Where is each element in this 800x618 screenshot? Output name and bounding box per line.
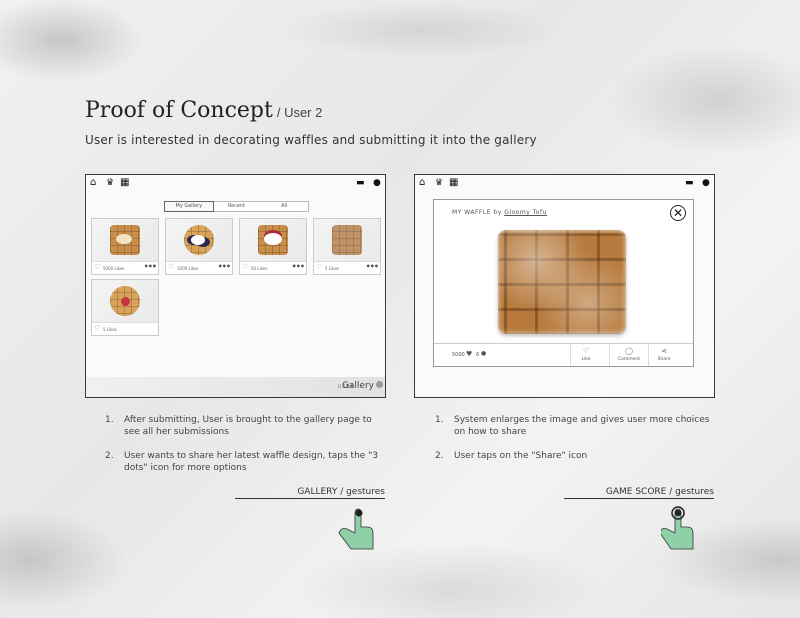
author-link[interactable]: Gloomy Tofu xyxy=(504,209,547,216)
likes-count: 5000 Likes xyxy=(103,266,125,271)
tap-gesture-icon xyxy=(338,508,374,550)
comments-count: 6 xyxy=(476,352,480,358)
more-options-button[interactable]: ••• xyxy=(218,262,231,271)
powdered-sugar xyxy=(498,230,626,334)
footer-gallery-title: Gallery xyxy=(341,381,374,391)
likes-count: 5 Likes xyxy=(103,327,117,332)
gallery-footer: USER Gallery xyxy=(86,377,385,397)
card-footer: ♡ 50 Likes ••• xyxy=(240,261,306,274)
modal-action-bar: 5000 ♥ 6 ● ♡ Like ◯ Comment ⋖ Share xyxy=(434,343,693,366)
heart-icon: ♥ xyxy=(466,350,473,358)
tap-gesture-icon xyxy=(661,506,694,550)
close-button[interactable]: ✕ xyxy=(670,205,686,221)
book-icon[interactable]: ▬ xyxy=(685,178,694,188)
top-bar: ⌂ ♛ ▦ ▬ ● xyxy=(415,175,714,191)
waffle-image[interactable] xyxy=(166,219,232,261)
note-text: After submitting, User is brought to the… xyxy=(124,415,372,437)
tab-my-gallery[interactable]: My Gallery xyxy=(164,201,214,212)
waffle-thumbnail xyxy=(332,225,362,255)
heart-icon[interactable]: ♡ xyxy=(168,264,174,271)
gallery-card[interactable]: ♡ 5 Likes ••• xyxy=(313,218,381,275)
note-number: 1. xyxy=(105,415,114,425)
top-bar: ⌂ ♛ ▦ ▬ ● xyxy=(86,175,385,191)
likes-count: 50 Likes xyxy=(251,266,268,271)
more-options-button[interactable]: ••• xyxy=(292,262,305,271)
by-label: by xyxy=(493,209,502,216)
gallery-card[interactable]: ♡ 50 Likes ••• xyxy=(239,218,307,275)
grid-icon[interactable]: ▦ xyxy=(120,178,129,188)
title-text: Proof of Concept xyxy=(85,98,273,123)
enlarged-waffle-image xyxy=(498,230,626,334)
note-number: 1. xyxy=(435,415,444,425)
trophy-icon[interactable]: ♛ xyxy=(106,178,114,188)
card-footer: ♡ 1000 Likes ••• xyxy=(166,261,232,274)
card-footer: ♡ 5000 Likes ••• xyxy=(92,261,158,274)
waffle-image[interactable] xyxy=(92,219,158,261)
comment-button[interactable]: ◯ Comment xyxy=(609,344,648,366)
user-tag: / User 2 xyxy=(276,105,323,120)
gallery-card[interactable]: ♡ 1000 Likes ••• xyxy=(165,218,233,275)
modal-title: MY WAFFLE xyxy=(452,209,491,216)
home-icon[interactable]: ⌂ xyxy=(90,178,96,188)
heart-icon[interactable]: ♡ xyxy=(94,264,100,271)
share-button[interactable]: ⋖ Share xyxy=(648,344,679,366)
heart-icon[interactable]: ♡ xyxy=(242,264,248,271)
home-icon[interactable]: ⌂ xyxy=(419,178,425,188)
waffle-image[interactable] xyxy=(314,219,380,261)
likes-count: 1000 Likes xyxy=(177,266,199,271)
like-button[interactable]: ♡ Like xyxy=(570,344,601,366)
tab-recent[interactable]: Recent xyxy=(213,202,261,211)
gallery-gestures-label: GALLERY / gestures xyxy=(235,487,385,499)
share-icon: ⋖ xyxy=(661,347,667,355)
settings-icon[interactable] xyxy=(376,381,383,388)
heart-icon[interactable]: ♡ xyxy=(94,325,100,332)
note-text: User wants to share her latest waffle de… xyxy=(124,451,379,473)
comment-bubble-icon: ◯ xyxy=(625,347,633,355)
comment-icon: ● xyxy=(481,350,487,357)
note-number: 2. xyxy=(105,451,114,461)
note-text: System enlarges the image and gives user… xyxy=(454,415,710,437)
heart-icon[interactable]: ♡ xyxy=(316,264,322,271)
page-title: Proof of Concept / User 2 xyxy=(85,98,322,123)
card-footer: ♡ 5 Likes xyxy=(92,322,158,335)
waffle-modal: MY WAFFLE by Gloomy Tofu ✕ 5000 ♥ 6 ● ♡ L… xyxy=(433,199,694,367)
note-text: User taps on the "Share" icon xyxy=(454,451,588,461)
game-score-gestures-label: GAME SCORE / gestures xyxy=(564,487,714,499)
profile-icon[interactable]: ● xyxy=(373,178,381,188)
likes-count: 5000 xyxy=(452,352,465,358)
more-options-button[interactable]: ••• xyxy=(366,262,379,271)
banana-topping xyxy=(116,234,132,244)
enlarged-screen: ⌂ ♛ ▦ ▬ ● MY WAFFLE by Gloomy Tofu ✕ 500… xyxy=(414,174,715,398)
strawberry-topping xyxy=(121,297,130,306)
berry-topping xyxy=(264,233,282,245)
book-icon[interactable]: ▬ xyxy=(356,178,365,188)
gallery-card[interactable]: ♡ 5000 Likes ••• xyxy=(91,218,159,275)
enlarged-notes: 1. System enlarges the image and gives u… xyxy=(435,414,725,474)
grid-icon[interactable]: ▦ xyxy=(449,178,458,188)
trophy-icon[interactable]: ♛ xyxy=(435,178,443,188)
more-options-button[interactable]: ••• xyxy=(144,262,157,271)
blueberry-topping xyxy=(191,235,205,245)
gallery-screen: ⌂ ♛ ▦ ▬ ● My Gallery Recent All ♡ 5000 L… xyxy=(85,174,386,398)
profile-icon[interactable]: ● xyxy=(702,178,710,188)
gallery-tabs: My Gallery Recent All xyxy=(164,201,309,212)
gallery-card[interactable]: ♡ 5 Likes xyxy=(91,279,159,336)
like-icon: ♡ xyxy=(582,347,590,355)
card-footer: ♡ 5 Likes ••• xyxy=(314,261,380,274)
note-number: 2. xyxy=(435,451,444,461)
likes-count: 5 Likes xyxy=(325,266,339,271)
waffle-image[interactable] xyxy=(240,219,306,261)
page-subtitle: User is interested in decorating waffles… xyxy=(85,133,537,147)
gallery-notes: 1. After submitting, User is brought to … xyxy=(105,414,385,484)
waffle-image[interactable] xyxy=(92,280,158,322)
tab-all[interactable]: All xyxy=(260,202,308,211)
modal-heading: MY WAFFLE by Gloomy Tofu xyxy=(452,209,547,216)
